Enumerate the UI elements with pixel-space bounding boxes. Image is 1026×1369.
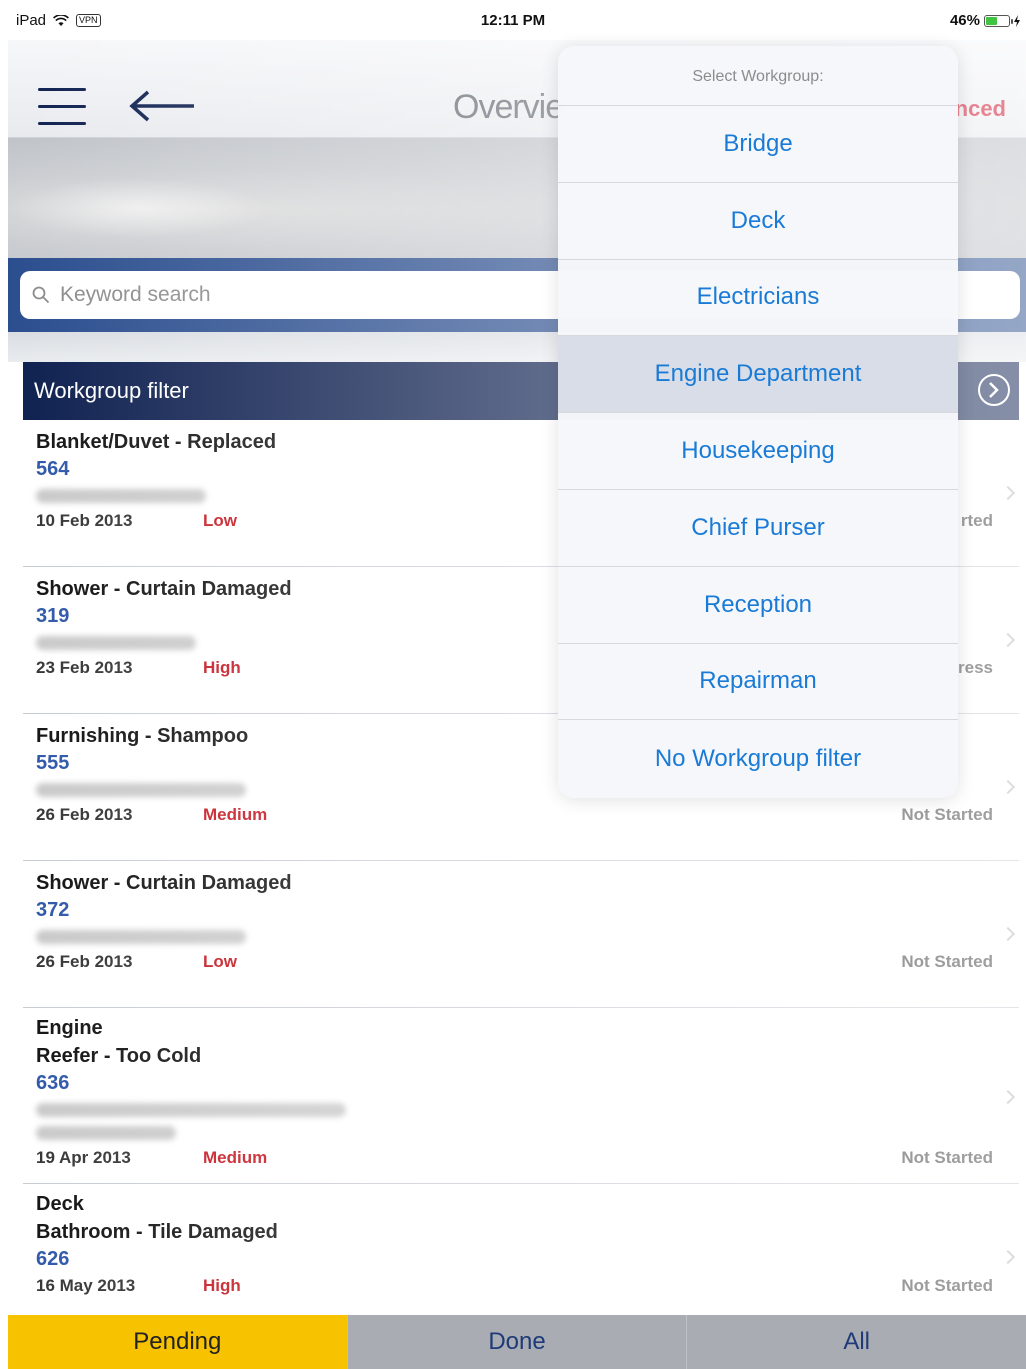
blurred-description bbox=[36, 930, 246, 944]
charging-icon bbox=[1014, 14, 1020, 27]
item-title: Furnishing - Shampoo bbox=[36, 725, 249, 747]
workgroup-option-electricians[interactable]: Electricians bbox=[558, 260, 958, 337]
blurred-description bbox=[36, 636, 196, 650]
popover-title: Select Workgroup: bbox=[558, 46, 958, 106]
item-title: Blanket/Duvet - Replaced bbox=[36, 431, 277, 453]
tab-all[interactable]: All bbox=[686, 1315, 1026, 1369]
item-priority: Low bbox=[203, 952, 237, 971]
item-date: 26 Feb 2013 bbox=[36, 952, 133, 971]
blurred-description bbox=[36, 1126, 176, 1140]
workgroup-filter-label: Workgroup filter bbox=[34, 378, 189, 403]
workgroup-option-deck[interactable]: Deck bbox=[558, 183, 958, 260]
item-status: rted bbox=[960, 511, 993, 530]
item-date: 23 Feb 2013 bbox=[36, 658, 133, 677]
status-right: 46% bbox=[950, 12, 1020, 29]
item-title: Shower - Curtain Damaged bbox=[36, 872, 292, 894]
item-number: 319 bbox=[36, 605, 70, 627]
list-item[interactable]: Deck Bathroom - Tile Damaged 626 16 May … bbox=[23, 1184, 1019, 1318]
item-priority: Low bbox=[203, 511, 237, 530]
list-item[interactable]: Shower - Curtain Damaged 372 26 Feb 2013… bbox=[23, 861, 1019, 1008]
search-icon bbox=[32, 286, 50, 304]
chevron-right-icon bbox=[1000, 1089, 1016, 1105]
battery-icon bbox=[984, 14, 1013, 27]
workgroup-popover: Select Workgroup: Bridge Deck Electricia… bbox=[558, 46, 958, 798]
item-title: Shower - Curtain Damaged bbox=[36, 578, 292, 600]
status-bar: iPad VPN 12:11 PM 46% bbox=[0, 0, 1026, 40]
chevron-right-icon bbox=[1000, 485, 1016, 501]
item-number: 564 bbox=[36, 458, 70, 480]
chevron-right-icon bbox=[1000, 779, 1016, 795]
page-title: Overvie bbox=[453, 88, 564, 126]
item-status: ress bbox=[958, 658, 993, 677]
item-number: 626 bbox=[36, 1248, 70, 1270]
item-status: Not Started bbox=[901, 1148, 993, 1167]
chevron-right-icon bbox=[1000, 926, 1016, 942]
item-title: Bathroom - Tile Damaged bbox=[36, 1221, 278, 1243]
blurred-description bbox=[36, 1103, 346, 1117]
status-time: 12:11 PM bbox=[480, 12, 546, 29]
battery-percent: 46% bbox=[949, 12, 980, 29]
item-status: Not Started bbox=[901, 952, 993, 971]
blurred-description bbox=[36, 489, 206, 503]
workgroup-option-none[interactable]: No Workgroup filter bbox=[558, 720, 958, 797]
item-priority: Medium bbox=[203, 805, 268, 824]
item-number: 372 bbox=[36, 899, 70, 921]
tab-pending[interactable]: Pending bbox=[8, 1315, 347, 1369]
item-date: 16 May 2013 bbox=[36, 1276, 136, 1295]
item-date: 19 Apr 2013 bbox=[36, 1148, 131, 1167]
item-status: Not Started bbox=[901, 805, 993, 824]
item-status: Not Started bbox=[901, 1276, 993, 1295]
item-number: 555 bbox=[36, 752, 70, 774]
blurred-description bbox=[36, 783, 246, 797]
chevron-right-icon bbox=[1000, 632, 1016, 648]
chevron-right-icon bbox=[1000, 1249, 1016, 1265]
chevron-right-circle-icon[interactable] bbox=[977, 373, 1011, 407]
item-title: Reefer - Too Cold bbox=[36, 1045, 202, 1067]
item-priority: High bbox=[203, 658, 241, 677]
tab-done[interactable]: Done bbox=[346, 1315, 687, 1369]
workgroup-option-housekeeping[interactable]: Housekeeping bbox=[558, 413, 958, 490]
workgroup-option-chief-purser[interactable]: Chief Purser bbox=[558, 490, 958, 567]
item-number: 636 bbox=[36, 1072, 70, 1094]
advanced-button[interactable]: nced bbox=[955, 96, 1006, 122]
item-priority: Medium bbox=[203, 1148, 268, 1167]
workgroup-option-repairman[interactable]: Repairman bbox=[558, 644, 958, 721]
back-arrow-icon[interactable] bbox=[128, 86, 198, 126]
workgroup-option-reception[interactable]: Reception bbox=[558, 567, 958, 644]
workgroup-option-bridge[interactable]: Bridge bbox=[558, 106, 958, 183]
item-date: 10 Feb 2013 bbox=[36, 511, 133, 530]
menu-icon[interactable] bbox=[38, 88, 86, 126]
item-group: Engine bbox=[36, 1017, 103, 1039]
item-priority: High bbox=[203, 1276, 241, 1295]
item-date: 26 Feb 2013 bbox=[36, 805, 133, 824]
bottom-tab-bar: Pending Done All bbox=[8, 1315, 1026, 1369]
list-item[interactable]: Engine Reefer - Too Cold 636 19 Apr 2013… bbox=[23, 1008, 1019, 1184]
workgroup-option-engine-department[interactable]: Engine Department bbox=[558, 336, 958, 414]
item-group: Deck bbox=[36, 1193, 84, 1215]
